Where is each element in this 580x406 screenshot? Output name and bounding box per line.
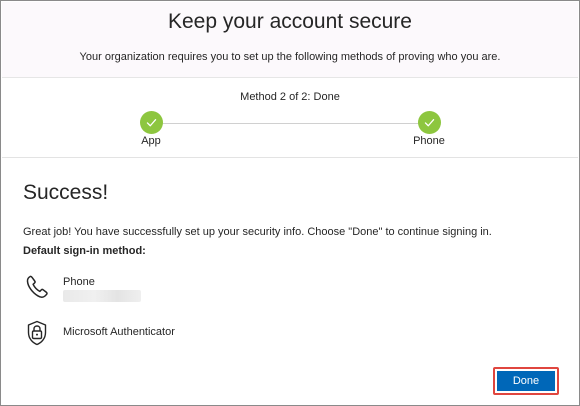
step-app-checkmark-icon [140, 111, 163, 134]
page-header: Keep your account secure Your organizati… [2, 2, 578, 77]
done-button[interactable]: Done [497, 371, 555, 391]
dialog-frame: Keep your account secure Your organizati… [0, 0, 580, 406]
default-method-label: Default sign-in method: [23, 245, 146, 257]
success-title: Success! [23, 181, 109, 204]
method-phone-label: Phone [63, 276, 95, 288]
step-phone-label: Phone [413, 135, 445, 147]
redacted-phone-number [63, 290, 141, 302]
method-status: Method 2 of 2: Done [240, 91, 340, 103]
step-app-label: App [141, 135, 161, 147]
authenticator-lock-icon [23, 319, 51, 347]
step-phone-checkmark-icon [418, 111, 441, 134]
section-divider [2, 157, 578, 158]
success-message: Great job! You have successfully set up … [23, 226, 492, 238]
page-title: Keep your account secure [168, 10, 412, 33]
progress-line [162, 123, 430, 124]
phone-icon [23, 273, 51, 301]
method-progress: Method 2 of 2: Done App Phone [2, 78, 578, 157]
page-description: Your organization requires you to set up… [79, 51, 501, 63]
method-authenticator-label: Microsoft Authenticator [63, 326, 175, 338]
